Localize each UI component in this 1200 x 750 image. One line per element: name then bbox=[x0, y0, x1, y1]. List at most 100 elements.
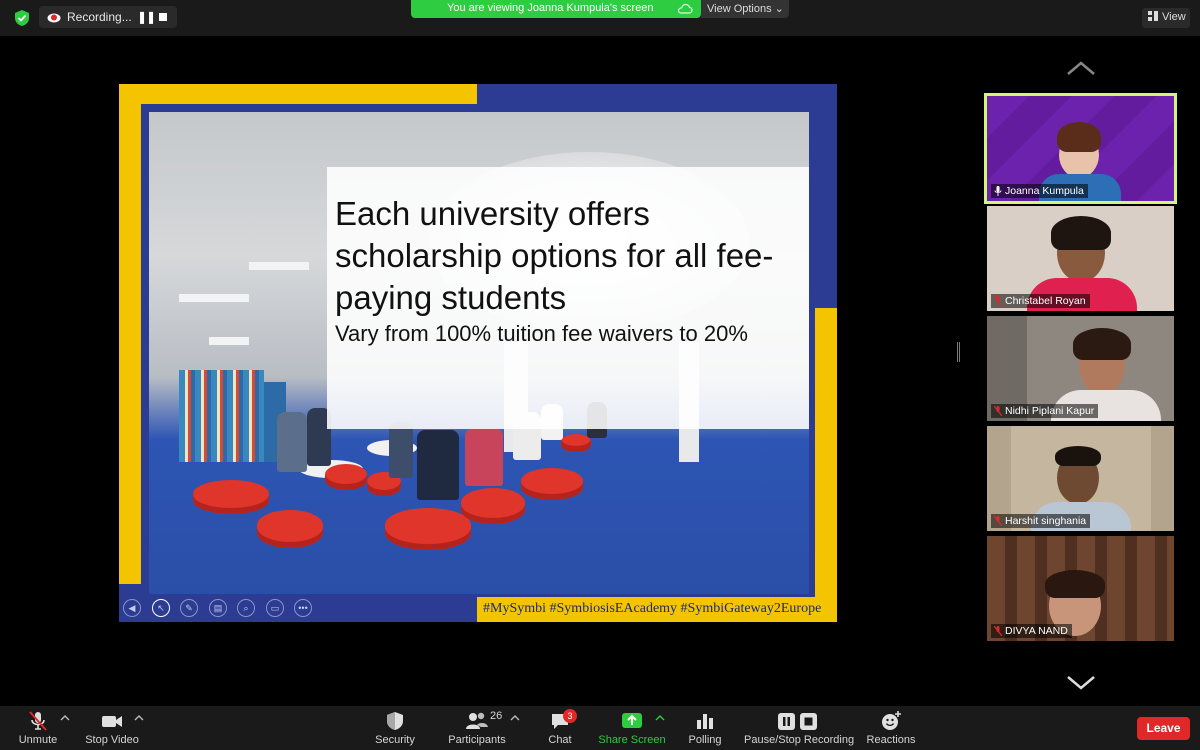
participant-video-hair bbox=[1051, 216, 1111, 250]
smiley-icon bbox=[882, 711, 901, 730]
slide-title: Each university offers scholarship optio… bbox=[335, 195, 774, 316]
participant-name-tag: Joanna Kumpula bbox=[991, 184, 1088, 198]
participant-tile-nidhi[interactable]: Nidhi Piplani Kapur bbox=[987, 316, 1174, 421]
viewing-screen-banner: You are viewing Joanna Kumpula's screen bbox=[411, 0, 701, 18]
slide-previous-button[interactable]: ◀ bbox=[123, 599, 141, 617]
participant-video-hair bbox=[1045, 570, 1105, 598]
share-screen-icon bbox=[622, 713, 642, 728]
stop-video-button[interactable]: Stop Video bbox=[84, 710, 140, 748]
view-options-dropdown[interactable]: View Options ⌄ bbox=[701, 0, 789, 18]
red-pouf bbox=[561, 434, 591, 452]
chat-button[interactable]: Chat 3 bbox=[544, 709, 577, 748]
student-figure bbox=[465, 428, 503, 486]
audio-options-caret-icon[interactable] bbox=[60, 714, 70, 722]
participant-tile-christabel[interactable]: Christabel Royan bbox=[987, 206, 1174, 311]
pause-stop-recording-button[interactable]: Pause/Stop Recording bbox=[744, 710, 855, 748]
participant-video-hair bbox=[1055, 446, 1101, 466]
slide-pointer-button[interactable]: ↖ bbox=[152, 599, 170, 617]
slide-photo-library: Each university offers scholarship optio… bbox=[149, 112, 809, 594]
share-options-caret-icon[interactable] bbox=[655, 714, 665, 722]
muted-microphone-icon bbox=[994, 296, 1002, 306]
muted-microphone-icon bbox=[994, 516, 1002, 526]
polling-button[interactable]: Polling bbox=[686, 710, 724, 748]
shared-screen: Each university offers scholarship optio… bbox=[119, 84, 837, 622]
participant-tile-divya[interactable]: DIVYA NAND bbox=[987, 536, 1174, 641]
slide-control-toolbar: ◀ ↖ ✎ ▤ ⌕ ▭ ••• bbox=[123, 597, 318, 619]
red-pouf bbox=[325, 464, 367, 490]
shield-check-icon[interactable] bbox=[14, 9, 30, 27]
stop-video-label: Stop Video bbox=[85, 734, 139, 746]
polling-label: Polling bbox=[688, 734, 722, 746]
leave-meeting-button[interactable]: Leave bbox=[1137, 717, 1190, 740]
participants-options-caret-icon[interactable] bbox=[510, 714, 520, 722]
top-bar: Recording... ❚❚ You are viewing Joanna K… bbox=[0, 0, 1200, 36]
chat-unread-badge: 3 bbox=[563, 709, 577, 723]
gallery-scroll-down-icon[interactable] bbox=[1066, 675, 1096, 691]
shield-icon bbox=[387, 712, 403, 730]
bar-chart-icon bbox=[697, 714, 713, 729]
unmute-button[interactable]: Unmute bbox=[14, 710, 62, 748]
slide-more-button[interactable]: ••• bbox=[294, 599, 312, 617]
student-figure bbox=[389, 422, 413, 478]
slide-yellow-border-right bbox=[815, 308, 837, 622]
pause-stop-recording-label: Pause/Stop Recording bbox=[744, 734, 855, 746]
cloud-icon bbox=[677, 3, 693, 14]
slide-pen-button[interactable]: ✎ bbox=[180, 599, 198, 617]
view-layout-button[interactable]: View bbox=[1142, 8, 1190, 28]
grid-view-icon bbox=[1148, 11, 1158, 21]
participant-tile-joanna[interactable]: Joanna Kumpula bbox=[984, 93, 1177, 204]
participant-name: DIVYA NAND bbox=[1005, 625, 1068, 637]
ceiling-light bbox=[209, 337, 249, 345]
slide-yellow-border-top bbox=[119, 84, 477, 104]
participant-video-hair bbox=[1057, 122, 1101, 152]
share-screen-label: Share Screen bbox=[598, 734, 666, 746]
participant-name: Nidhi Piplani Kapur bbox=[1005, 405, 1095, 417]
red-pouf bbox=[385, 508, 471, 550]
participant-name: Joanna Kumpula bbox=[1005, 185, 1084, 197]
pause-stop-recording-icon bbox=[778, 713, 817, 730]
reactions-button[interactable]: Reactions bbox=[866, 710, 916, 748]
slide-hashtags: #MySymbi #SymbiosisEAcademy #SymbiGatewa… bbox=[477, 597, 837, 622]
participant-name-tag: Nidhi Piplani Kapur bbox=[991, 404, 1099, 418]
participants-count: 26 bbox=[490, 710, 503, 722]
red-pouf bbox=[257, 510, 323, 548]
stop-recording-button[interactable] bbox=[159, 13, 167, 21]
meeting-toolbar: Unmute Stop Video Security Participants … bbox=[0, 706, 1200, 750]
muted-microphone-icon bbox=[994, 626, 1002, 636]
unmute-label: Unmute bbox=[18, 734, 58, 746]
view-label: View bbox=[1162, 11, 1186, 23]
pause-recording-button[interactable]: ❚❚ bbox=[137, 10, 156, 24]
security-label: Security bbox=[375, 734, 415, 746]
red-pouf bbox=[521, 468, 583, 500]
recording-label: Recording... bbox=[67, 10, 132, 24]
chat-label: Chat bbox=[548, 734, 572, 746]
participant-name: Christabel Royan bbox=[1005, 295, 1086, 307]
panel-resize-handle[interactable] bbox=[957, 342, 960, 362]
ceiling-light bbox=[249, 262, 309, 270]
student-figure bbox=[417, 430, 459, 500]
security-button[interactable]: Security bbox=[372, 710, 418, 748]
viewing-screen-text: You are viewing Joanna Kumpula's screen bbox=[447, 2, 654, 14]
slide-yellow-border-left bbox=[119, 84, 141, 584]
video-options-caret-icon[interactable] bbox=[134, 714, 144, 722]
participant-tile-harshit[interactable]: Harshit singhania bbox=[987, 426, 1174, 531]
participants-label: Participants bbox=[448, 734, 506, 746]
participant-name-tag: Harshit singhania bbox=[991, 514, 1091, 528]
muted-microphone-icon bbox=[29, 711, 47, 731]
participant-video-hair bbox=[1073, 328, 1131, 360]
cloud-record-icon bbox=[47, 13, 61, 23]
slide-screen-button[interactable]: ▭ bbox=[266, 599, 284, 617]
slide-grid-button[interactable]: ▤ bbox=[209, 599, 227, 617]
participant-name: Harshit singhania bbox=[1005, 515, 1087, 527]
red-pouf bbox=[461, 488, 525, 524]
participant-name-tag: DIVYA NAND bbox=[991, 624, 1072, 638]
muted-microphone-icon bbox=[994, 406, 1002, 416]
ceiling-light bbox=[179, 294, 249, 302]
recording-indicator[interactable]: Recording... ❚❚ bbox=[39, 6, 177, 28]
microphone-icon bbox=[994, 186, 1002, 196]
reactions-label: Reactions bbox=[866, 734, 916, 746]
slide-zoom-button[interactable]: ⌕ bbox=[237, 599, 255, 617]
slide-text-box: Each university offers scholarship optio… bbox=[327, 167, 809, 429]
bookshelf bbox=[179, 370, 264, 462]
gallery-scroll-up-icon[interactable] bbox=[1066, 60, 1096, 76]
